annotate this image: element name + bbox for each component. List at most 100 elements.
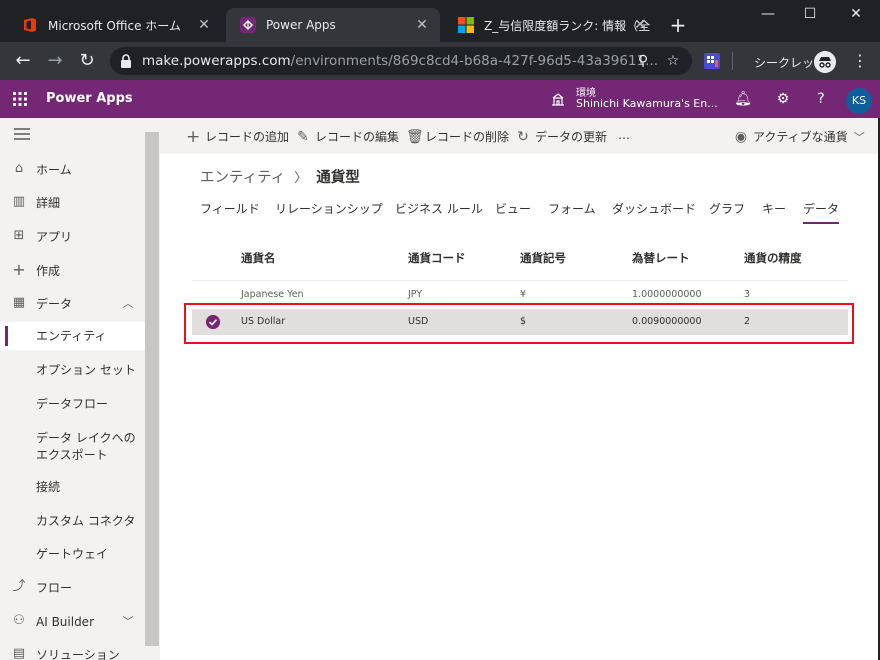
nav-item-home[interactable]: ⌂ ホーム	[0, 160, 145, 182]
browser-toolbar: ← → ↻ make.powerapps.com/environments/86…	[0, 42, 880, 80]
maximize-icon[interactable]: ☐	[800, 4, 820, 24]
nav-item-data[interactable]: ▦ データ ︿	[0, 294, 145, 316]
nav-item-apps[interactable]: ⊞ アプリ	[0, 227, 145, 249]
add-record-button[interactable]: + レコードの追加	[186, 128, 289, 145]
column-header-currency-precision[interactable]: 通貨の精度	[744, 250, 802, 266]
tab-data[interactable]: データ	[803, 200, 840, 224]
cell-currency-code: JPY	[408, 289, 423, 300]
selection-highlight-box	[184, 303, 854, 344]
close-icon[interactable]: ✕	[632, 17, 648, 33]
column-header-currency-code[interactable]: 通貨コード	[408, 250, 466, 266]
column-header-currency-symbol[interactable]: 通貨記号	[520, 250, 566, 266]
nav-item-dataflows[interactable]: データフロー	[0, 394, 145, 416]
chevron-up-icon[interactable]: ︿	[122, 298, 134, 310]
plus-icon: +	[12, 260, 26, 279]
reload-icon[interactable]: ↻	[76, 50, 98, 72]
forward-icon[interactable]: →	[44, 50, 66, 72]
cell-currency-symbol: ¥	[520, 289, 527, 300]
tab-views[interactable]: ビュー	[495, 200, 531, 224]
book-icon: ▥	[12, 194, 26, 209]
close-icon[interactable]: ✕	[414, 17, 430, 33]
tab-relationships[interactable]: リレーションシップ	[275, 200, 383, 224]
breadcrumb: エンティティ 〉 通貨型	[200, 166, 360, 187]
edit-icon: ✎	[297, 128, 309, 145]
tab-forms[interactable]: フォーム	[548, 200, 596, 224]
close-icon[interactable]: ✕	[196, 17, 212, 33]
avatar[interactable]: KS	[846, 88, 872, 114]
browser-tab-powerapps[interactable]: Power Apps ✕	[226, 8, 440, 42]
address-bar[interactable]: make.powerapps.com/environments/869c8cd4…	[110, 47, 692, 75]
incognito-icon[interactable]	[814, 51, 836, 73]
nav-item-solutions[interactable]: ▤ ソリューション	[0, 645, 145, 660]
minimize-icon[interactable]: —	[758, 4, 778, 24]
nav-item-export-to-data-lake[interactable]: データ レイクへのエクスポート	[0, 428, 145, 468]
cell-currency-name: Japanese Yen	[241, 289, 304, 300]
table-icon: ▦	[12, 295, 26, 310]
more-commands-button[interactable]: …	[618, 128, 630, 142]
browser-menu-icon[interactable]: ⋮	[852, 50, 868, 72]
lock-icon	[121, 54, 131, 68]
browser-tab-title: Microsoft Office ホーム	[48, 18, 181, 33]
gear-icon[interactable]: ⚙	[774, 90, 792, 108]
toolbar-divider	[732, 52, 733, 70]
apps-icon: ⊞	[13, 228, 25, 243]
tab-business-rules[interactable]: ビジネス ルール	[395, 200, 483, 224]
nav-item-learn[interactable]: ▥ 詳細	[0, 193, 145, 215]
help-icon[interactable]: ?	[812, 90, 830, 108]
window-close-icon[interactable]: ✕	[846, 4, 866, 24]
chevron-down-icon[interactable]: ﹀	[122, 616, 134, 628]
app-header: Power Apps 環境 Shinichi Kawamura's En... …	[0, 80, 880, 118]
url-text: make.powerapps.com/environments/869c8cd4…	[142, 53, 659, 69]
view-selector[interactable]: ◉ アクティブな通貨 ﹀	[734, 128, 865, 145]
browser-tab-dynamics[interactable]: Z_与信限度額ランク: 情報（全 ✕	[444, 8, 658, 42]
solution-icon: ▤	[12, 646, 26, 660]
hamburger-icon[interactable]	[14, 128, 30, 140]
column-header-currency-name[interactable]: 通貨名	[241, 250, 276, 266]
nav-item-create[interactable]: + 作成	[0, 261, 145, 283]
cell-currency-precision: 3	[744, 289, 751, 300]
cell-exchange-rate: 1.0000000000	[632, 289, 702, 300]
tab-charts[interactable]: グラフ	[709, 200, 745, 224]
nav-scrollbar[interactable]	[145, 132, 159, 646]
app-launcher-icon[interactable]	[12, 91, 28, 107]
delete-record-button[interactable]: 🗑︎ レコードの削除	[406, 128, 509, 145]
page-title: 通貨型	[316, 170, 360, 186]
main-content: + レコードの追加 ✎ レコードの編集 🗑︎ レコードの削除 ↻ データの更新 …	[160, 118, 878, 660]
trash-icon: 🗑︎	[406, 128, 424, 145]
grid-divider	[192, 280, 848, 281]
tab-fields[interactable]: フィールド	[200, 200, 260, 224]
nav-item-flows[interactable]: ⤴ フロー	[0, 578, 145, 600]
browser-tabstrip: Microsoft Office ホーム ✕ Power Apps ✕ Z_与信…	[0, 0, 880, 42]
refresh-icon: ↻	[517, 128, 529, 145]
environment-icon	[552, 93, 564, 106]
extension-icon[interactable]	[704, 53, 720, 69]
chevron-right-icon: 〉	[294, 171, 308, 186]
app-name[interactable]: Power Apps	[46, 91, 133, 106]
nav-item-ai-builder[interactable]: ⚇ AI Builder ﹀	[0, 612, 145, 634]
tab-dashboards[interactable]: ダッシュボード	[612, 200, 696, 224]
tab-keys[interactable]: キー	[762, 200, 786, 224]
column-header-exchange-rate[interactable]: 為替レート	[632, 250, 690, 266]
nav-item-option-sets[interactable]: オプション セット	[0, 360, 145, 382]
powerapps-icon	[240, 17, 256, 33]
left-navigation: ⌂ ホーム ▥ 詳細 ⊞ アプリ + 作成 ▦ データ ︿ エンティティ オプシ…	[0, 118, 160, 660]
breadcrumb-entities-link[interactable]: エンティティ	[200, 166, 285, 187]
new-tab-button[interactable]: +	[668, 15, 688, 35]
command-bar: + レコードの追加 ✎ レコードの編集 🗑︎ レコードの削除 ↻ データの更新 …	[160, 118, 878, 154]
nav-item-entities[interactable]: エンティティ	[0, 322, 145, 350]
zoom-icon[interactable]: ⚲	[634, 52, 652, 70]
nav-item-connections[interactable]: 接続	[0, 477, 145, 499]
edit-record-button[interactable]: ✎ レコードの編集	[296, 128, 399, 145]
bookmark-star-icon[interactable]: ☆	[664, 52, 682, 70]
home-icon: ⌂	[14, 161, 24, 176]
environment-name[interactable]: Shinichi Kawamura's En...	[576, 97, 718, 110]
browser-tab-office[interactable]: Microsoft Office ホーム ✕	[8, 8, 222, 42]
back-icon[interactable]: ←	[12, 50, 34, 72]
bell-icon[interactable]: 🔔︎	[734, 90, 752, 108]
chevron-down-icon: ﹀	[853, 130, 865, 144]
nav-item-custom-connectors[interactable]: カスタム コネクタ	[0, 511, 145, 533]
nav-item-gateways[interactable]: ゲートウェイ	[0, 544, 145, 566]
ai-builder-icon: ⚇	[13, 613, 25, 628]
refresh-button[interactable]: ↻ データの更新	[516, 128, 607, 145]
browser-tab-title: Z_与信限度額ランク: 情報（全	[484, 18, 651, 33]
